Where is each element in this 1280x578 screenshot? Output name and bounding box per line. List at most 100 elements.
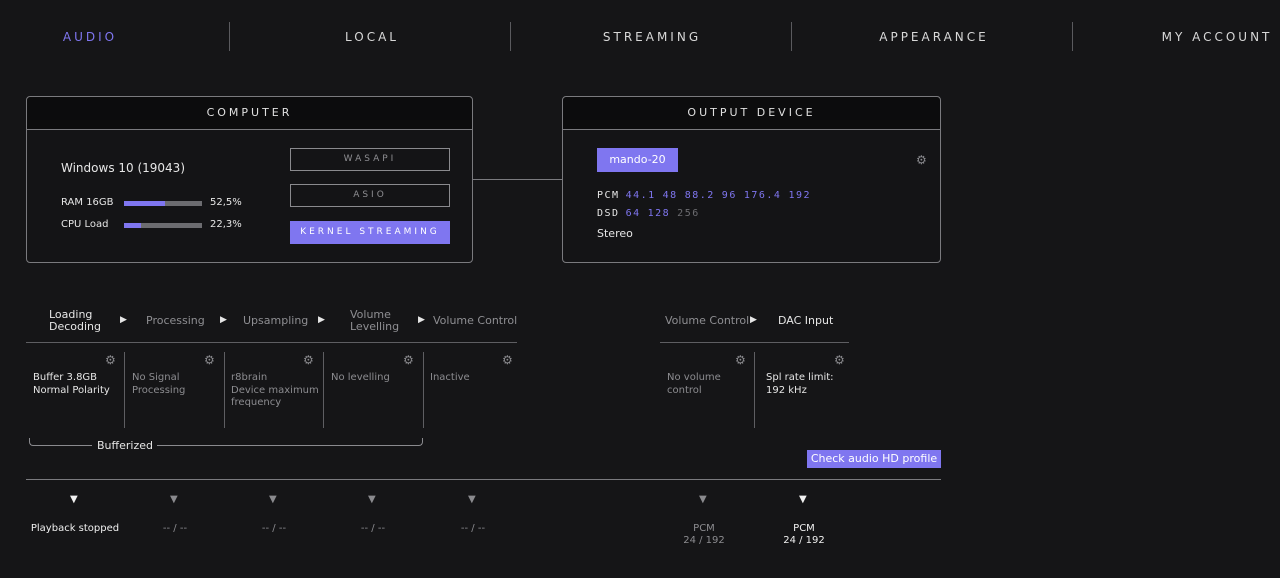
tab-appearance[interactable]: APPEARANCE	[871, 30, 997, 44]
triangle-down-icon: ▼	[368, 494, 376, 505]
triangle-down-icon: ▼	[699, 494, 707, 505]
check-audio-hd-profile-button[interactable]: Check audio HD profile	[807, 450, 941, 468]
computer-panel-title: COMPUTER	[27, 97, 472, 130]
pcm-rates: PCM 44.1 48 88.2 96 176.4 192	[597, 190, 818, 201]
processing-info: No Signal Processing	[132, 372, 185, 397]
tab-my-account[interactable]: MY ACCOUNT	[1156, 30, 1278, 44]
buffer-info: Buffer 3.8GB Normal Polarity	[33, 372, 110, 397]
os-version: Windows 10 (19043)	[61, 161, 186, 175]
gear-icon[interactable]: ⚙	[303, 354, 314, 366]
stage-status: -- / --	[261, 523, 287, 534]
gear-icon[interactable]: ⚙	[403, 354, 414, 366]
stage-status: -- / --	[360, 523, 386, 534]
nav-divider	[791, 22, 792, 51]
device-chain-divider	[660, 342, 849, 343]
stage-volume-levelling: Volume Levelling	[350, 309, 399, 333]
volume-control-info: Inactive	[430, 372, 470, 383]
bufferized-bracket-right	[157, 438, 423, 446]
device-volume-line: control	[667, 384, 702, 396]
stage-levelling-label: Levelling	[350, 320, 400, 333]
column-divider	[423, 352, 424, 428]
volume-format-status: PCM 24 / 192	[664, 523, 744, 547]
ram-usage-value: 52,5%	[210, 197, 242, 208]
wasapi-button[interactable]: WASAPI	[290, 148, 450, 171]
bufferized-label: Bufferized	[97, 439, 153, 452]
column-divider	[323, 352, 324, 428]
nav-divider	[1072, 22, 1073, 51]
bufferized-bracket-left	[29, 438, 92, 446]
column-divider	[754, 352, 755, 428]
ram-usage-fill	[124, 201, 165, 206]
sample-rate-limit: Spl rate limit: 192 kHz	[766, 372, 834, 397]
dsd-label: DSD	[597, 208, 620, 219]
playback-status: Playback stopped	[30, 523, 120, 534]
dsd-rate: 128	[647, 208, 671, 219]
buffer-size: Buffer 3.8GB	[33, 372, 98, 383]
triangle-down-icon: ▼	[170, 494, 178, 505]
tab-local[interactable]: LOCAL	[330, 30, 414, 44]
polarity: Normal Polarity	[33, 384, 110, 396]
triangle-down-icon: ▼	[269, 494, 277, 505]
gear-icon[interactable]: ⚙	[735, 354, 746, 366]
play-arrow-icon: ▶	[220, 315, 227, 325]
gear-icon[interactable]: ⚙	[834, 354, 845, 366]
dsd-rate: 64	[625, 208, 641, 219]
pcm-rate: 48	[662, 190, 678, 201]
gear-icon[interactable]: ⚙	[105, 354, 116, 366]
dac-format-status: PCM 24 / 192	[764, 523, 844, 547]
asio-button[interactable]: ASIO	[290, 184, 450, 207]
pcm-rate: 88.2	[684, 190, 715, 201]
computer-panel: COMPUTER Windows 10 (19043) RAM 16GB 52,…	[26, 96, 473, 263]
pcm-label: PCM	[597, 190, 620, 201]
processing-line: Processing	[132, 384, 186, 396]
nav-divider	[510, 22, 511, 51]
play-arrow-icon: ▶	[318, 315, 325, 325]
stage-dac-input: DAC Input	[778, 314, 834, 327]
triangle-down-icon: ▼	[70, 494, 78, 505]
dac-format: PCM	[793, 523, 815, 534]
stage-processing: Processing	[146, 314, 205, 327]
stage-loading-decoding: Loading Decoding	[49, 309, 101, 333]
upsampling-line: frequency	[231, 397, 282, 408]
gear-icon[interactable]: ⚙	[502, 354, 513, 366]
dsd-rates: DSD 64 128 256	[597, 208, 707, 219]
tab-streaming[interactable]: STREAMING	[596, 30, 708, 44]
cpu-load-value: 22,3%	[210, 219, 242, 230]
tab-audio[interactable]: AUDIO	[48, 30, 132, 44]
cpu-load-bar	[124, 223, 202, 228]
sample-rate-limit-value: 192 kHz	[766, 384, 807, 396]
stage-upsampling: Upsampling	[243, 314, 309, 327]
play-arrow-icon: ▶	[418, 315, 425, 325]
stage-status: -- / --	[162, 523, 188, 534]
stage-device-volume-control: Volume Control	[665, 314, 750, 327]
output-device-panel: OUTPUT DEVICE mando-20 ⚙ PCM 44.1 48 88.2 96…	[562, 96, 941, 263]
sample-rate-limit-label: Spl rate limit:	[766, 372, 834, 383]
pipeline-divider	[26, 342, 517, 343]
device-name-button[interactable]: mando-20	[597, 148, 678, 172]
pcm-rate: 96	[721, 190, 737, 201]
stage-status: -- / --	[460, 523, 486, 534]
upsampling-line: r8brain	[231, 372, 268, 383]
cpu-load-fill	[124, 223, 142, 228]
column-divider	[124, 352, 125, 428]
volume-bitrate: 24 / 192	[683, 535, 725, 546]
volume-format: PCM	[693, 523, 715, 534]
pcm-rate: 44.1	[625, 190, 656, 201]
channel-mode: Stereo	[597, 227, 633, 240]
play-arrow-icon: ▶	[750, 315, 757, 325]
ram-label: RAM 16GB	[61, 197, 114, 208]
gear-icon[interactable]: ⚙	[204, 354, 215, 366]
device-volume-info: No volume control	[667, 372, 721, 397]
processing-line: No Signal	[132, 372, 180, 383]
nav-divider	[229, 22, 230, 51]
device-volume-line: No volume	[667, 372, 721, 383]
ram-usage-bar	[124, 201, 202, 206]
play-arrow-icon: ▶	[120, 315, 127, 325]
triangle-down-icon: ▼	[799, 494, 807, 505]
pcm-rate: 176.4	[743, 190, 782, 201]
gear-icon[interactable]: ⚙	[916, 154, 927, 166]
kernel-streaming-button[interactable]: KERNEL STREAMING	[290, 221, 450, 244]
upsampling-info: r8brain Device maximum frequency	[231, 372, 319, 410]
cpu-label: CPU Load	[61, 219, 109, 230]
pcm-rate: 192	[788, 190, 812, 201]
